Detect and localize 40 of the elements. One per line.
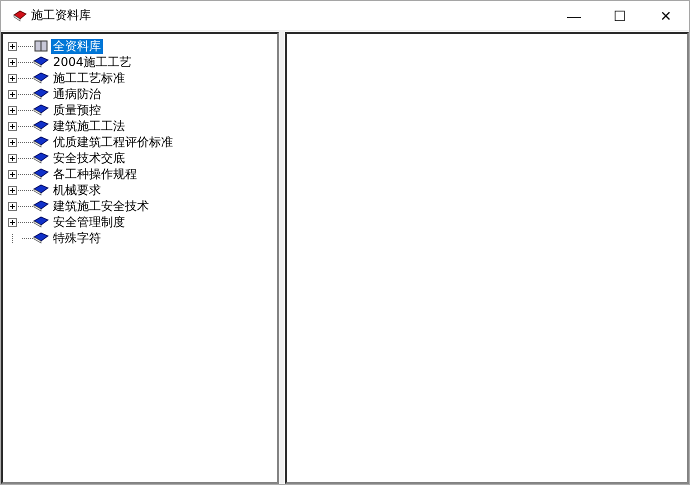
tree-item[interactable]: 建筑施工安全技术 [51, 198, 151, 214]
expand-icon[interactable] [8, 202, 17, 210]
book-icon [33, 167, 49, 181]
book-icon [33, 215, 49, 229]
book-icon [33, 103, 49, 117]
tree-item[interactable]: 通病防治 [51, 86, 103, 102]
book-icon [33, 119, 49, 133]
tree-item[interactable]: 特殊字符 [51, 230, 103, 246]
expand-icon[interactable] [8, 186, 17, 194]
tree-item[interactable]: 机械要求 [51, 182, 103, 198]
book-icon [33, 55, 49, 69]
tree-item[interactable]: 安全管理制度 [51, 214, 127, 230]
expand-icon[interactable] [8, 138, 17, 146]
folder-icon [33, 39, 49, 53]
window-title: 施工资料库 [31, 7, 91, 24]
expand-icon[interactable] [8, 58, 17, 66]
tree-item[interactable]: 建筑施工工法 [51, 118, 127, 134]
expand-icon[interactable] [8, 42, 17, 50]
book-icon [33, 135, 49, 149]
expand-icon[interactable] [8, 74, 17, 82]
tree-item[interactable]: 优质建筑工程评价标准 [51, 134, 175, 150]
expand-icon[interactable] [8, 170, 17, 178]
expand-icon[interactable] [8, 154, 17, 162]
tree-item[interactable]: 2004施工工艺 [51, 54, 134, 70]
expand-icon[interactable] [8, 122, 17, 130]
expand-icon[interactable] [8, 90, 17, 98]
book-icon [33, 71, 49, 85]
book-icon [33, 87, 49, 101]
book-icon [33, 183, 49, 197]
book-icon [33, 151, 49, 165]
tree-item[interactable]: 全资料库 [51, 38, 103, 54]
book-icon [33, 199, 49, 213]
expand-icon[interactable] [8, 218, 17, 226]
app-book-icon [13, 10, 27, 22]
book-icon [33, 231, 49, 245]
tree-item[interactable]: 各工种操作规程 [51, 166, 139, 182]
expand-icon[interactable] [8, 106, 17, 114]
tree-item[interactable]: 施工工艺标准 [51, 70, 127, 86]
tree-item[interactable]: 质量预控 [51, 102, 103, 118]
tree-item[interactable]: 安全技术交底 [51, 150, 127, 166]
